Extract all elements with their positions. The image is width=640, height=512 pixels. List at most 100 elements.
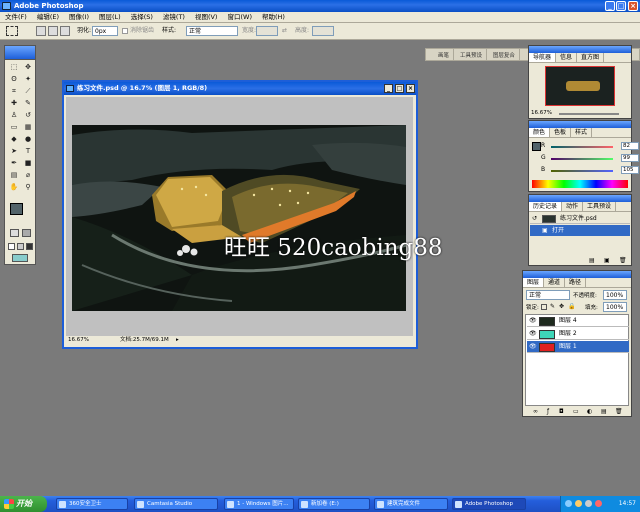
layer-row[interactable]: 👁 图层 4 <box>527 315 629 327</box>
delete-state-icon[interactable]: 🗑 <box>619 257 627 264</box>
tab-info[interactable]: 信息 <box>556 53 578 62</box>
well-tab-tool-presets[interactable]: 工具预设 <box>456 49 487 60</box>
slice-icon[interactable]: ⟋ <box>22 86 34 96</box>
brush-icon[interactable]: ✎ <box>22 98 34 108</box>
menu-filter[interactable]: 滤镜(T) <box>158 12 190 23</box>
minimize-button[interactable]: _ <box>605 1 615 11</box>
b-value[interactable]: 105 <box>621 166 639 174</box>
move-icon[interactable]: ✥ <box>22 62 34 72</box>
tab-swatches[interactable]: 色板 <box>550 128 572 137</box>
layer-style-icon[interactable]: ƒ <box>547 408 549 415</box>
hand-icon[interactable]: ✋ <box>8 182 20 192</box>
navigator-zoom-slider[interactable] <box>559 113 619 115</box>
doc-maximize-button[interactable]: □ <box>395 84 404 93</box>
quick-mask-on-icon[interactable] <box>22 229 31 237</box>
screen-mode-standard-icon[interactable] <box>8 243 15 250</box>
width-input[interactable] <box>256 26 278 36</box>
taskbar-item[interactable]: 新加卷 (E:) <box>298 498 370 510</box>
doc-minimize-button[interactable]: _ <box>384 84 393 93</box>
document-window[interactable]: 练习文件.psd @ 16.7% (图层 1, RGB/8) _ □ × 16.… <box>62 80 418 349</box>
opacity-input[interactable]: 100% <box>603 290 627 300</box>
lock-transparency-icon[interactable] <box>541 304 547 310</box>
close-button[interactable]: × <box>628 1 638 11</box>
tab-channels[interactable]: 通道 <box>544 278 566 287</box>
menu-image[interactable]: 图像(I) <box>64 12 94 23</box>
g-value[interactable]: 99 <box>621 154 639 162</box>
taskbar-item-active[interactable]: Adobe Photoshop <box>452 498 526 510</box>
menu-edit[interactable]: 编辑(E) <box>32 12 64 23</box>
status-arrow-icon[interactable]: ▸ <box>176 336 179 345</box>
lock-position-icon[interactable]: ✥ <box>559 303 564 310</box>
layer-mask-icon[interactable]: ◘ <box>559 408 564 415</box>
navigator-zoom[interactable]: 16.67% <box>531 110 552 116</box>
dodge-icon[interactable]: ● <box>22 134 34 144</box>
taskbar-item[interactable]: 建筑完成文件 <box>374 498 448 510</box>
menu-view[interactable]: 视图(V) <box>190 12 223 23</box>
tab-tool-presets[interactable]: 工具预设 <box>583 202 617 211</box>
well-tab-layer-comps[interactable]: 图层复合 <box>489 49 520 60</box>
history-state-open[interactable]: ▣ 打开 <box>530 225 630 236</box>
start-button[interactable]: 开始 <box>0 496 47 512</box>
menu-help[interactable]: 帮助(H) <box>257 12 290 23</box>
well-tab-brushes[interactable]: 画笔 <box>434 49 455 60</box>
marquee-icon[interactable]: ⬚ <box>8 62 20 72</box>
link-layers-icon[interactable]: ∞ <box>533 408 538 415</box>
adjustment-layer-icon[interactable]: ◐ <box>587 408 592 415</box>
document-titlebar[interactable]: 练习文件.psd @ 16.7% (图层 1, RGB/8) _ □ × <box>64 82 416 95</box>
layer-row[interactable]: 👁 图层 2 <box>527 328 629 340</box>
delete-layer-icon[interactable]: 🗑 <box>615 408 623 415</box>
eraser-icon[interactable]: ▭ <box>8 122 20 132</box>
clone-stamp-icon[interactable]: ♙ <box>8 110 20 120</box>
color-spectrum-ramp[interactable] <box>532 180 628 188</box>
blend-mode-select[interactable]: 正常 <box>526 290 570 300</box>
zoom-level[interactable]: 16.67% <box>68 336 89 345</box>
history-brush-source-icon[interactable]: ↺ <box>532 213 537 224</box>
height-input[interactable] <box>312 26 334 36</box>
layer-row-selected[interactable]: 👁 图层 1 <box>527 341 629 353</box>
crop-icon[interactable]: ⌗ <box>8 86 20 96</box>
shape-icon[interactable]: ■ <box>22 158 34 168</box>
menu-file[interactable]: 文件(F) <box>0 12 32 23</box>
g-slider[interactable] <box>551 158 613 160</box>
gradient-icon[interactable]: ▦ <box>22 122 34 132</box>
color-fg-swatch[interactable] <box>532 142 541 151</box>
clock[interactable]: 14:57 <box>619 500 636 507</box>
zoom-icon[interactable]: ⚲ <box>22 182 34 192</box>
magic-wand-icon[interactable]: ✦ <box>22 74 34 84</box>
swap-icon[interactable]: ⇄ <box>282 26 287 36</box>
history-snapshot-row[interactable]: ↺ 练习文件.psd <box>530 213 630 224</box>
tab-actions[interactable]: 动作 <box>562 202 584 211</box>
screen-mode-full-icon[interactable] <box>26 243 33 250</box>
jump-to-imageready-icon[interactable] <box>12 254 28 262</box>
lock-all-icon[interactable]: 🔒 <box>568 303 575 310</box>
r-value[interactable]: 82 <box>621 142 639 150</box>
taskbar-item[interactable]: Camtasia Studio <box>134 498 218 510</box>
r-slider[interactable] <box>551 146 613 148</box>
feather-input[interactable]: 0px <box>92 26 118 36</box>
pen-icon[interactable]: ✒ <box>8 158 20 168</box>
tray-icon[interactable] <box>575 500 582 507</box>
new-snapshot-icon[interactable]: ▣ <box>604 257 610 264</box>
visibility-eye-icon[interactable]: 👁 <box>529 315 537 327</box>
type-icon[interactable]: T <box>22 146 34 156</box>
fill-input[interactable]: 100% <box>603 302 627 312</box>
tab-navigator[interactable]: 导航器 <box>529 53 557 62</box>
path-selection-icon[interactable]: ➤ <box>8 146 20 156</box>
healing-brush-icon[interactable]: ✚ <box>8 98 20 108</box>
new-document-from-state-icon[interactable]: ▤ <box>589 257 595 264</box>
menu-layer[interactable]: 图层(L) <box>94 12 126 23</box>
canvas-area[interactable] <box>66 97 413 337</box>
add-selection-icon[interactable] <box>48 26 58 36</box>
menu-select[interactable]: 选择(S) <box>126 12 158 23</box>
lasso-icon[interactable]: ʘ <box>8 74 20 84</box>
new-selection-icon[interactable] <box>36 26 46 36</box>
tab-histogram[interactable]: 直方图 <box>577 53 605 62</box>
notes-icon[interactable]: ▤ <box>8 170 20 180</box>
foreground-color-swatch[interactable] <box>10 203 23 215</box>
tray-icon[interactable] <box>595 500 602 507</box>
lock-image-icon[interactable]: ✎ <box>550 303 555 310</box>
subtract-selection-icon[interactable] <box>60 26 70 36</box>
visibility-eye-icon[interactable]: 👁 <box>529 341 537 353</box>
tab-styles[interactable]: 样式 <box>571 128 593 137</box>
new-group-icon[interactable]: ▭ <box>573 408 579 415</box>
